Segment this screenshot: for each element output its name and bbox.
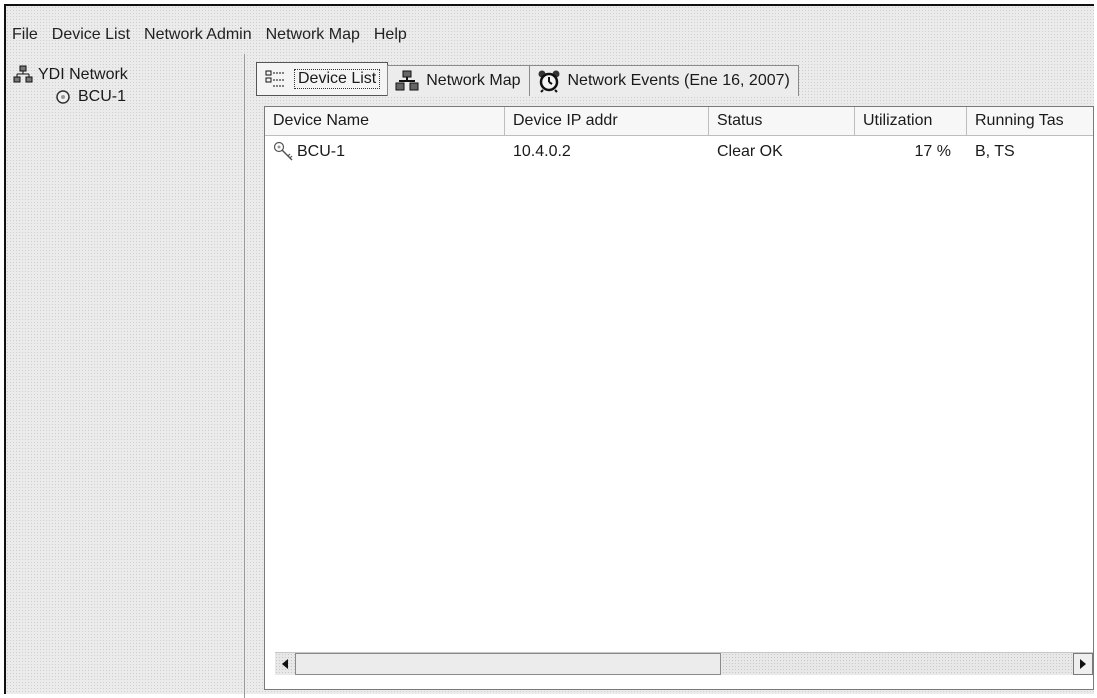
- cell-device-name: BCU-1: [265, 141, 505, 163]
- menu-bar: File Device List Network Admin Network M…: [6, 22, 415, 48]
- network-tree-icon: [12, 65, 34, 85]
- column-header-running-tasks[interactable]: Running Tas: [967, 107, 1093, 135]
- network-map-icon: [394, 69, 420, 93]
- scroll-thumb[interactable]: [295, 653, 721, 675]
- horizontal-scrollbar[interactable]: [275, 652, 1093, 675]
- network-tree: YDI Network BCU-1: [12, 64, 240, 684]
- tree-node-bcu-1[interactable]: BCU-1: [12, 86, 240, 108]
- tree-node-ydi-network[interactable]: YDI Network: [12, 64, 240, 86]
- tab-label: Device List: [293, 69, 381, 89]
- menu-network-map[interactable]: Network Map: [260, 26, 368, 44]
- scroll-right-button[interactable]: [1073, 653, 1093, 675]
- arrow-right-icon: [1080, 659, 1086, 669]
- column-header-device-ip[interactable]: Device IP addr: [505, 107, 709, 135]
- menu-help[interactable]: Help: [368, 26, 415, 44]
- tree-node-label: YDI Network: [38, 66, 128, 83]
- device-name-text: BCU-1: [297, 143, 346, 160]
- cell-utilization: 17 %: [914, 143, 951, 160]
- tab-label: Network Events (Ene 16, 2007): [567, 72, 790, 89]
- app-window: File Device List Network Admin Network M…: [4, 4, 1094, 698]
- tab-network-map[interactable]: Network Map: [387, 65, 530, 96]
- splitter[interactable]: [244, 54, 245, 698]
- menu-network-admin[interactable]: Network Admin: [138, 26, 260, 44]
- cell-device-ip: 10.4.0.2: [513, 143, 571, 160]
- menu-device-list[interactable]: Device List: [46, 26, 138, 44]
- cell-status: Clear OK: [717, 143, 783, 160]
- device-status-icon: [52, 87, 74, 107]
- menu-file[interactable]: File: [6, 26, 46, 44]
- cell-running-tasks: B, TS: [975, 143, 1015, 160]
- column-header-utilization[interactable]: Utilization: [855, 107, 967, 135]
- key-icon: [273, 141, 295, 163]
- tab-label: Network Map: [426, 72, 521, 89]
- alarm-clock-icon: [536, 69, 562, 93]
- tab-strip: Device List Network Map Network Events (…: [256, 62, 799, 96]
- device-list-view: Device Name Device IP addr Status Utiliz…: [264, 106, 1094, 690]
- arrow-left-icon: [282, 659, 288, 669]
- column-header-status[interactable]: Status: [709, 107, 855, 135]
- column-header-row: Device Name Device IP addr Status Utiliz…: [265, 107, 1093, 136]
- column-header-device-name[interactable]: Device Name: [265, 107, 505, 135]
- scroll-left-button[interactable]: [275, 653, 295, 675]
- tree-node-label: BCU-1: [78, 88, 127, 105]
- tab-network-events[interactable]: Network Events (Ene 16, 2007): [528, 65, 799, 96]
- table-row[interactable]: BCU-1 10.4.0.2 Clear OK 17 % B, TS: [265, 136, 1093, 168]
- tab-device-list[interactable]: Device List: [256, 62, 389, 96]
- device-list-icon: [263, 67, 289, 91]
